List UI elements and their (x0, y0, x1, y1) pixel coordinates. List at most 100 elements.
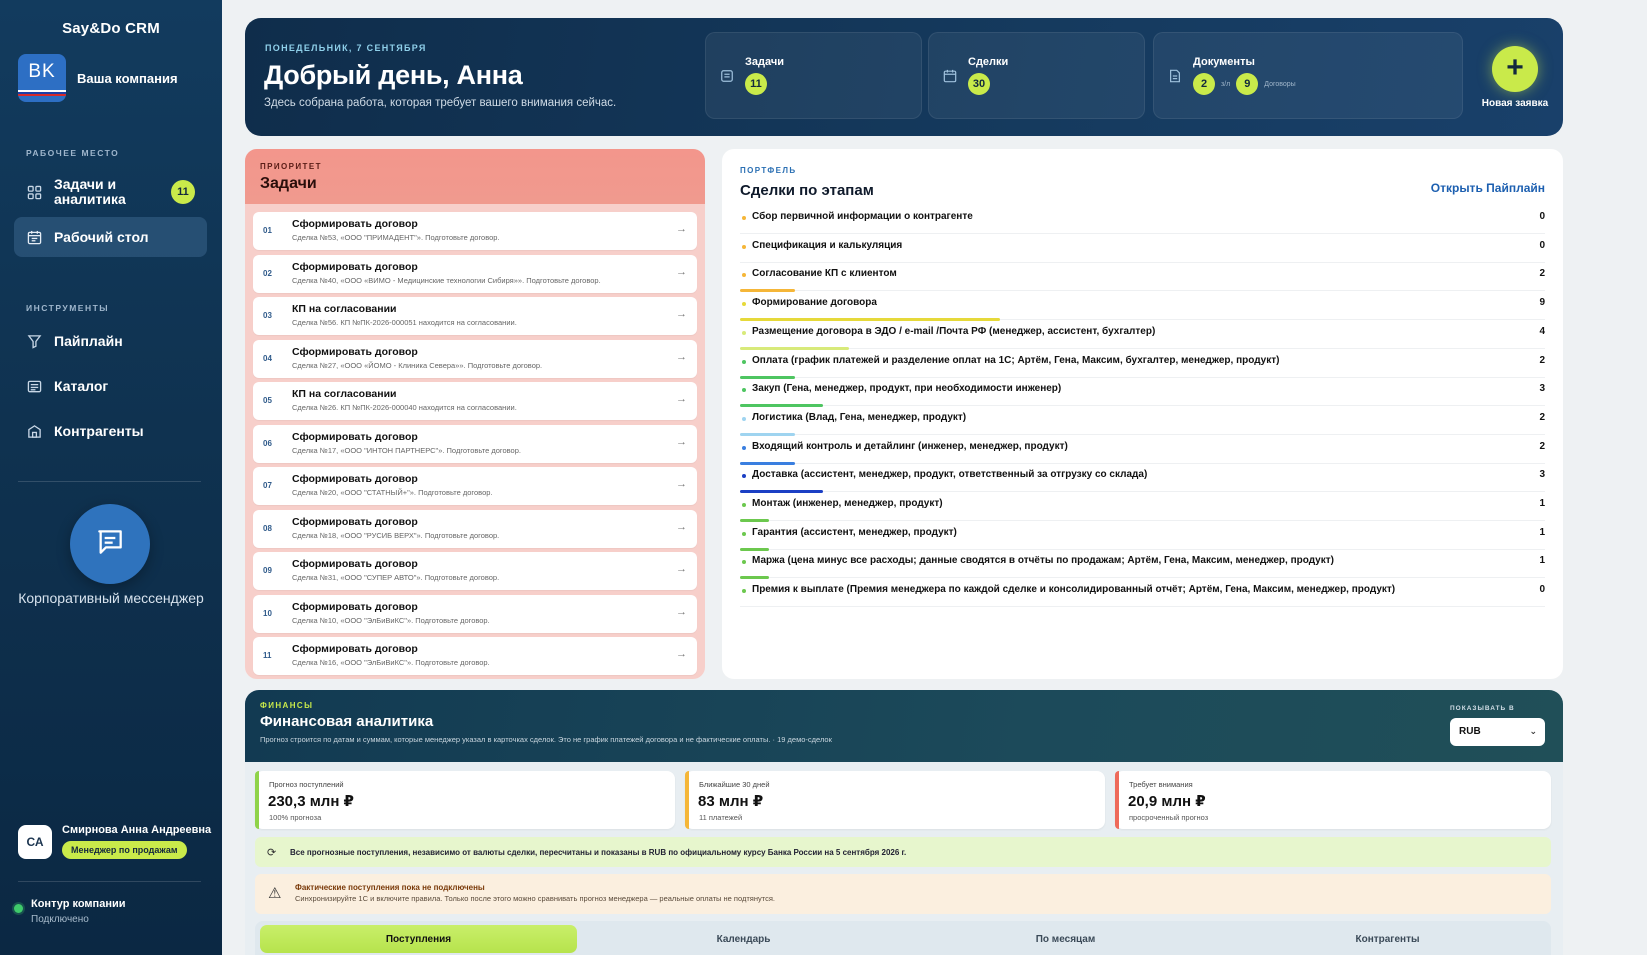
kpi-value: 20,9 млн ₽ (1128, 793, 1206, 810)
task-description: Сделка №27, «ООО «ЙОМО - Клиника Севера»… (292, 360, 543, 370)
stat-card-tasks[interactable]: Задачи 11 (705, 32, 922, 119)
user-profile[interactable]: СА Смирнова Анна Андреевна Менеджер по п… (18, 824, 211, 859)
stage-row[interactable]: Закуп (Гена, менеджер, продукт, при необ… (740, 378, 1545, 408)
tab-contractors[interactable]: Контрагенты (1229, 925, 1546, 953)
tab-by-month[interactable]: По месяцам (907, 925, 1224, 953)
tasks-kicker: ПРИОРИТЕТ (260, 162, 322, 171)
task-title: Сформировать договор (292, 600, 418, 613)
warning-title: Фактические поступления пока не подключе… (295, 883, 485, 892)
stage-row[interactable]: Спецификация и калькуляция 0 (740, 235, 1545, 264)
open-pipeline-link[interactable]: Открыть Пайплайн (1431, 181, 1545, 195)
stage-name: Премия к выплате (Премия менеджера по ка… (752, 584, 1396, 596)
stage-row[interactable]: Размещение договора в ЭДО / e-mail /Почт… (740, 321, 1545, 350)
task-item[interactable]: 03 КП на согласовании Сделка №56. КП №ПК-2… (253, 297, 697, 335)
stage-row[interactable]: Входящий контроль и детайлинг (инженер, … (740, 436, 1545, 465)
section-label-tools: ИНСТРУМЕНТЫ (26, 303, 110, 313)
sidebar-divider-bottom (18, 881, 201, 882)
stage-dot-icon (742, 531, 746, 536)
stage-count: 2 (1539, 440, 1545, 452)
tab-income[interactable]: Поступления (260, 925, 577, 953)
sidebar-item-desk[interactable]: Рабочий стол (14, 217, 207, 257)
task-title: Сформировать договор (292, 515, 418, 528)
tab-calendar[interactable]: Календарь (585, 925, 902, 953)
task-title: Сформировать договор (292, 218, 418, 230)
stage-row[interactable]: Оплата (график платежей и разделение опл… (740, 350, 1545, 379)
kpi-sub: 11 платежей (699, 813, 743, 822)
finance-description: Прогноз строится по датам и суммам, кото… (260, 735, 832, 744)
sidebar-item-tasks[interactable]: Задачи и аналитика 11 (14, 172, 207, 212)
stage-row[interactable]: Сбор первичной информации о контрагенте 0 (740, 206, 1545, 235)
task-number: 05 (263, 396, 272, 405)
stage-name: Формирование договора (752, 297, 877, 309)
stage-row[interactable]: Формирование договора 9 (740, 292, 1545, 322)
messenger-button[interactable] (70, 504, 150, 584)
calendar-icon (941, 67, 958, 84)
stage-dot-icon (742, 216, 746, 220)
arrow-right-icon: → (676, 350, 687, 363)
warning-subtitle: Синхронизируйте 1С и включите правила. Т… (295, 894, 776, 903)
stage-divider (740, 606, 1545, 608)
sidebar-item-pipeline-label: Пайплайн (54, 332, 123, 349)
company-switcher[interactable]: BK Ваша компания (18, 54, 178, 102)
stat-docs-suffix: Договоры (1264, 80, 1296, 88)
stage-row[interactable]: Премия к выплате (Премия менеджера по ка… (740, 579, 1545, 608)
stage-row[interactable]: Монтаж (инженер, менеджер, продукт) 1 (740, 493, 1545, 522)
new-request-button[interactable]: + Новая заявка (1471, 26, 1559, 126)
task-item[interactable]: 04 Сформировать договор Сделка №27, «ООО «… (253, 339, 697, 378)
stage-count: 2 (1539, 354, 1545, 366)
stage-name: Согласование КП с клиентом (752, 268, 897, 280)
currency-select[interactable]: RUB ⌄ (1450, 718, 1545, 746)
funnel-icon (26, 333, 42, 349)
kpi-value: 83 млн ₽ (698, 793, 764, 810)
stage-row[interactable]: Гарантия (ассистент, менеджер, продукт) 1 (740, 522, 1545, 551)
task-number: 09 (263, 566, 272, 575)
arrow-right-icon: → (676, 478, 687, 490)
stage-count: 2 (1539, 268, 1545, 280)
stage-row[interactable]: Согласование КП с клиентом 2 (740, 263, 1545, 293)
stage-dot-icon (742, 416, 746, 421)
task-item[interactable]: 09 Сформировать договор Сделка №31, «ООО "… (253, 552, 697, 590)
sidebar-item-pipeline[interactable]: Пайплайн (14, 326, 207, 356)
contour-title: Контур компании (31, 898, 126, 910)
stage-row[interactable]: Маржа (цена минус все расходы; данные св… (740, 550, 1545, 580)
finance-kicker: ФИНАНСЫ (260, 701, 314, 710)
tasks-title: Задачи (260, 175, 317, 192)
task-item[interactable]: 05 КП на согласовании Сделка №26. КП №ПК-2… (253, 382, 697, 420)
stage-dot-icon (742, 560, 746, 565)
stage-dot-icon (742, 302, 746, 307)
stat-card-documents[interactable]: Документы 2 з/л 9 Договоры (1153, 32, 1463, 119)
sidebar-item-contractors[interactable]: Контрагенты (14, 416, 207, 446)
stage-row[interactable]: Логистика (Влад, Гена, менеджер, продукт… (740, 407, 1545, 436)
task-number: 01 (263, 226, 272, 235)
warning-banner: ⚠ Фактические поступления пока не подклю… (255, 874, 1551, 914)
priority-tasks-panel: ПРИОРИТЕТ Задачи 01 Сформировать договор С… (245, 149, 705, 679)
currency-note-text: Все прогнозные поступления, независимо о… (290, 848, 907, 857)
task-number: 11 (263, 651, 272, 660)
finance-title: Финансовая аналитика (260, 713, 434, 730)
stage-dot-icon (742, 503, 746, 507)
task-item[interactable]: 07 Сформировать договор Сделка №20, «ООО "… (253, 467, 697, 505)
task-number: 03 (263, 311, 272, 320)
stage-count: 0 (1539, 584, 1545, 596)
sidebar: Say&Do CRM BK Ваша компания РАБОЧЕЕ МЕСТ… (0, 0, 222, 955)
app-title: Say&Do CRM (62, 20, 160, 37)
task-item[interactable]: 08 Сформировать договор Сделка №18, «ООО "… (253, 509, 697, 548)
header-date: ПОНЕДЕЛЬНИК, 7 СЕНТЯБРЯ (265, 43, 427, 53)
sidebar-item-catalog[interactable]: Каталог (14, 371, 207, 401)
stat-card-deals[interactable]: Сделки 30 (928, 32, 1145, 119)
stage-dot-icon (742, 474, 746, 479)
stage-row[interactable]: Доставка (ассистент, менеджер, продукт, … (740, 464, 1545, 494)
user-name: Смирнова Анна Андреевна (62, 824, 212, 836)
stat-tasks-title: Задачи (745, 56, 784, 68)
page-title: Добрый день, Анна (264, 60, 523, 90)
stat-tasks-value: 11 (745, 73, 767, 95)
file-icon (1166, 67, 1183, 84)
task-item[interactable]: 11 Сформировать договор Сделка №16, «ООО "… (253, 637, 697, 675)
task-item[interactable]: 02 Сформировать договор Сделка №40, «ООО «… (253, 254, 697, 293)
kpi-accent-bar (685, 771, 689, 829)
task-item[interactable]: 06 Сформировать договор Сделка №17, «ООО "… (253, 424, 697, 463)
task-item[interactable]: 10 Сформировать договор Сделка №10, «ООО "… (253, 594, 697, 633)
stage-count: 0 (1539, 239, 1545, 251)
chat-icon (94, 526, 126, 563)
task-item[interactable]: 01 Сформировать договор Сделка №53, «ООО "… (253, 212, 697, 250)
